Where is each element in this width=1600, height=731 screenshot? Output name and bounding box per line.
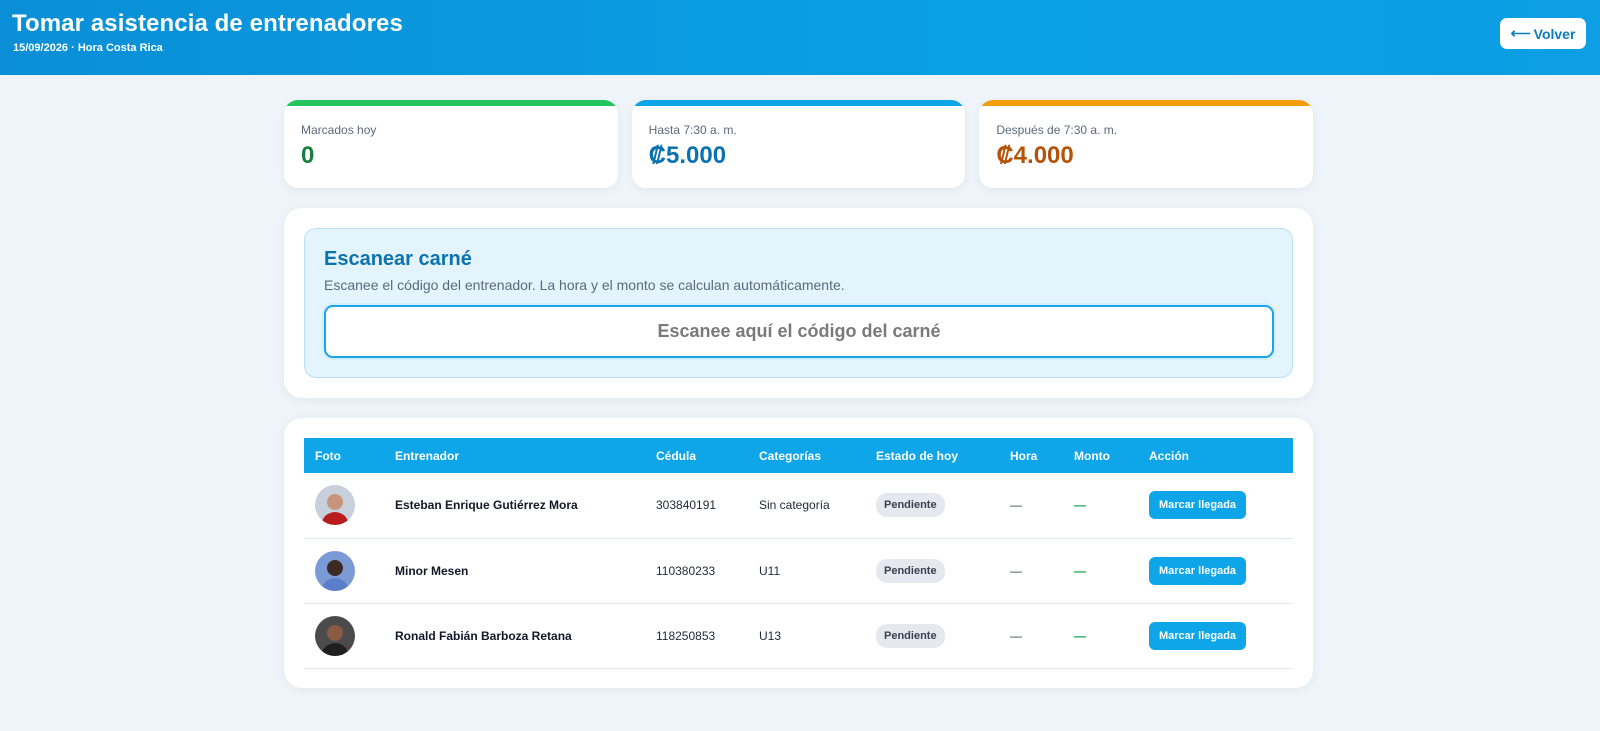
scan-code-input[interactable] — [324, 305, 1274, 358]
stat-label: Después de 7:30 a. m. — [996, 123, 1118, 137]
stat-label: Marcados hoy — [301, 123, 377, 137]
page-title: Tomar asistencia de entrenadores — [12, 10, 403, 37]
stat-value: 0 — [301, 142, 315, 169]
trainer-cedula: 110380233 — [656, 563, 716, 578]
col-hora: Hora — [1010, 448, 1038, 463]
status-badge: Pendiente — [876, 493, 945, 518]
stats-row: Marcados hoy 0 Hasta 7:30 a. m. ₡5.000 D… — [284, 100, 1314, 188]
col-estado: Estado de hoy — [876, 448, 959, 463]
avatar — [315, 615, 355, 656]
trainer-categoria: U11 — [759, 563, 781, 578]
stat-value: ₡4.000 — [996, 142, 1074, 169]
stat-card-despues: Después de 7:30 a. m. ₡4.000 — [979, 100, 1314, 188]
trainer-name: Ronald Fabián Barboza Retana — [395, 628, 572, 643]
col-foto: Foto — [315, 448, 341, 463]
trainers-table-card: Foto Entrenador Cédula Categorías Estado… — [284, 418, 1313, 688]
status-badge: Pendiente — [876, 623, 945, 648]
trainers-table: Foto Entrenador Cédula Categorías Estado… — [304, 438, 1293, 669]
trainer-categoria: Sin categoría — [759, 498, 830, 513]
table-row: Esteban Enrique Gutiérrez Mora 303840191… — [304, 473, 1293, 538]
table-header-row: Foto Entrenador Cédula Categorías Estado… — [304, 438, 1293, 473]
trainer-hora: — — [1010, 563, 1022, 578]
trainer-hora: — — [1010, 498, 1022, 513]
avatar — [315, 550, 355, 591]
trainer-categoria: U13 — [759, 628, 782, 643]
scan-panel: Escanear carné Escanee el código del ent… — [304, 228, 1293, 378]
col-accion: Acción — [1149, 448, 1190, 463]
mark-arrival-button[interactable]: Marcar llegada — [1149, 491, 1247, 520]
col-cedula: Cédula — [656, 448, 697, 463]
stat-card-marcados: Marcados hoy 0 — [284, 100, 618, 188]
table-row: Minor Mesen 110380233 U11 Pendiente — — … — [304, 538, 1293, 603]
scan-title: Escanear carné — [324, 248, 472, 270]
back-arrow-icon: ⟵ — [1510, 25, 1531, 41]
back-button-label: Volver — [1533, 25, 1576, 42]
trainer-monto: — — [1074, 498, 1086, 513]
avatar — [315, 485, 355, 526]
col-monto: Monto — [1074, 448, 1110, 463]
table-row: Ronald Fabián Barboza Retana 118250853 U… — [304, 603, 1293, 668]
back-button[interactable]: ⟵ Volver — [1500, 18, 1586, 49]
stat-accent-bar — [631, 100, 966, 106]
trainer-monto: — — [1074, 628, 1086, 643]
trainer-name: Esteban Enrique Gutiérrez Mora — [395, 498, 578, 513]
col-entrenador: Entrenador — [395, 448, 460, 463]
page-subtitle: 15/09/2026 · Hora Costa Rica — [13, 42, 163, 54]
trainer-hora: — — [1010, 628, 1022, 643]
col-categorias: Categorías — [759, 448, 822, 463]
stat-card-hasta: Hasta 7:30 a. m. ₡5.000 — [631, 100, 966, 188]
status-badge: Pendiente — [876, 558, 945, 583]
stat-accent-bar — [979, 100, 1314, 106]
trainer-monto: — — [1074, 563, 1086, 578]
stat-value: ₡5.000 — [648, 142, 727, 169]
stat-accent-bar — [284, 100, 618, 106]
header-bar: Tomar asistencia de entrenadores 15/09/2… — [0, 0, 1600, 75]
trainer-name: Minor Mesen — [395, 563, 469, 578]
trainer-cedula: 303840191 — [656, 498, 717, 513]
stat-label: Hasta 7:30 a. m. — [648, 123, 737, 137]
scan-card: Escanear carné Escanee el código del ent… — [284, 208, 1313, 398]
trainer-cedula: 118250853 — [656, 628, 716, 643]
mark-arrival-button[interactable]: Marcar llegada — [1149, 556, 1247, 585]
mark-arrival-button[interactable]: Marcar llegada — [1149, 621, 1247, 650]
scan-description: Escanee el código del entrenador. La hor… — [324, 277, 845, 293]
